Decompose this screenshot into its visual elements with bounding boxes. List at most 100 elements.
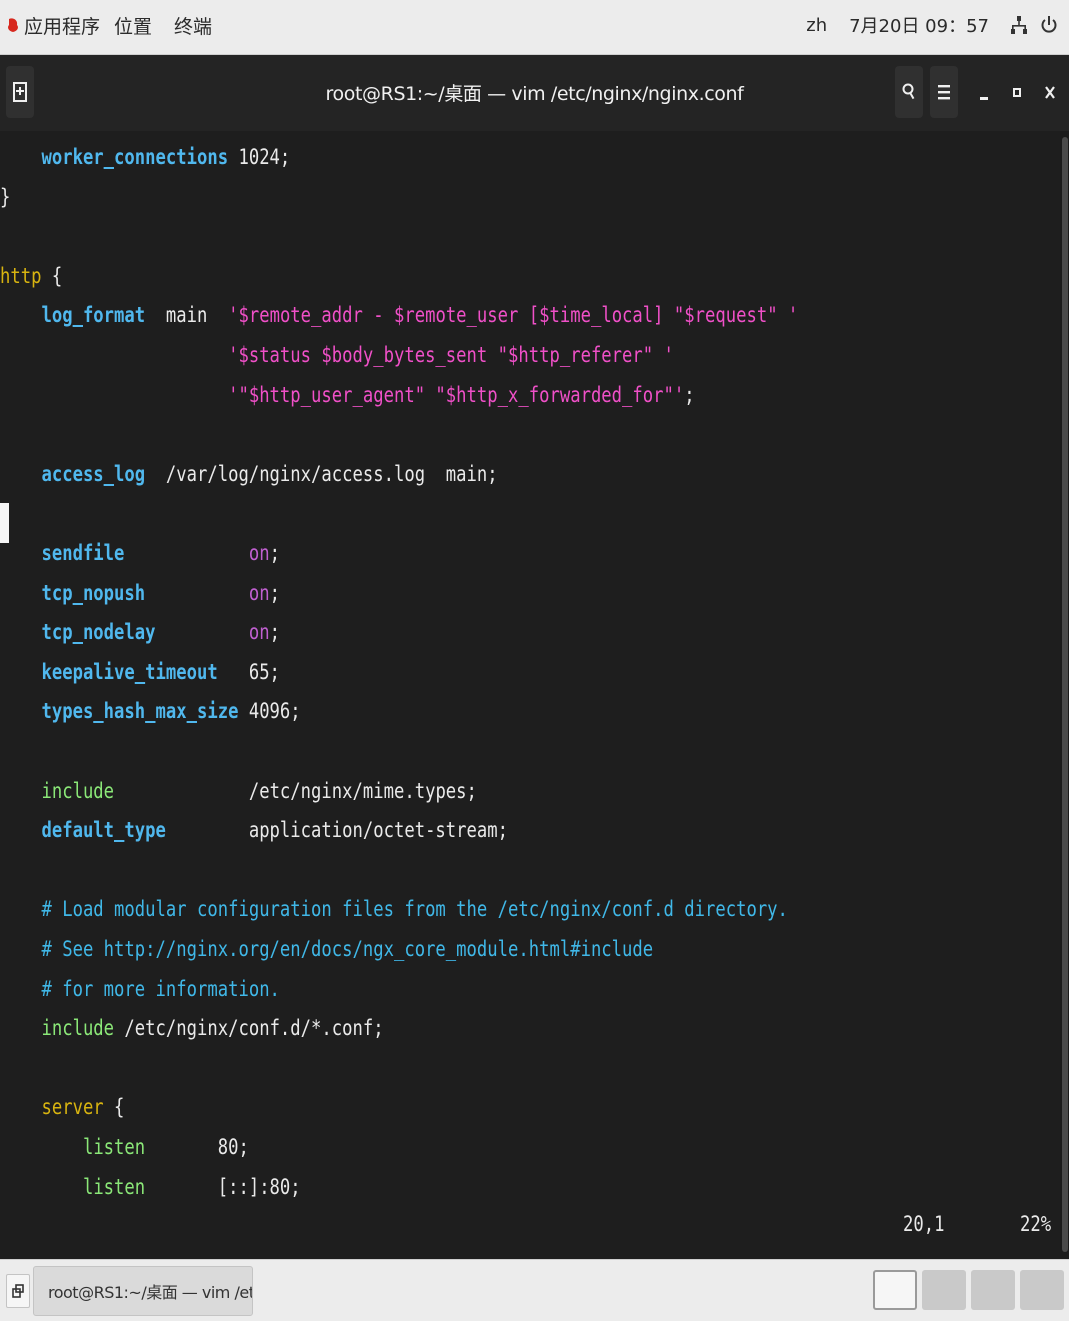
workspace-4[interactable] [1020, 1270, 1064, 1310]
power-icon [1041, 16, 1057, 33]
code-token: tcp_nopush [41, 580, 146, 605]
code-token: # Load modular configuration files from … [41, 897, 788, 922]
vim-status-percent: 22% [1020, 1212, 1052, 1236]
code-line: '"$http_user_agent" "$http_x_forwarded_f… [0, 380, 695, 410]
minimize-button[interactable] [976, 80, 992, 104]
code-line: http { [0, 261, 62, 291]
system-status[interactable] [1011, 15, 1057, 35]
code-token: on [248, 541, 270, 565]
terminal-app-menu[interactable]: 终端 [174, 12, 212, 39]
code-token: { [41, 263, 63, 288]
code-token: sendfile [41, 541, 125, 565]
code-token: keepalive_timeout [41, 659, 218, 684]
code-token: 65; [217, 659, 280, 684]
code-line: access_log /var/log/nginx/access.log mai… [0, 459, 497, 489]
code-line: } [0, 182, 10, 212]
code-token: listen [82, 1135, 146, 1159]
maximize-button[interactable] [1009, 80, 1025, 104]
code-token: include [41, 778, 115, 803]
code-token: /etc/nginx/mime.types; [114, 778, 477, 803]
code-line: listen [::]:80; [0, 1172, 301, 1202]
code-token: '$remote_addr - $remote_user [$time_loca… [228, 303, 799, 328]
vim-status-position: 20,1 [903, 1212, 945, 1236]
code-line: worker_connections 1024; [0, 142, 290, 172]
code-line: keepalive_timeout 65; [0, 657, 280, 687]
workspace-3[interactable] [971, 1270, 1015, 1310]
menu-button[interactable] [930, 66, 958, 118]
code-line: '$status $body_bytes_sent "$http_referer… [0, 340, 674, 370]
code-token: ; [269, 580, 280, 605]
search-button[interactable] [895, 66, 923, 118]
code-token: http [0, 263, 42, 288]
top-panel: 应用程序 位置 终端 zh 7月20日 09：57 [0, 0, 1069, 55]
show-desktop-button[interactable] [6, 1274, 30, 1308]
code-token: log_format [41, 303, 146, 328]
redhat-logo-icon [8, 17, 18, 32]
code-token: # See http://nginx.org/en/docs/ngx_core_… [41, 937, 654, 961]
code-token: 4096; [238, 699, 301, 724]
network-icon [1011, 16, 1027, 34]
code-token: on [248, 580, 270, 605]
code-token: [::]:80; [145, 1174, 301, 1199]
code-token: types_hash_max_size [41, 699, 239, 724]
code-token: on [248, 620, 270, 645]
text-cursor [0, 503, 9, 543]
close-icon [1045, 86, 1055, 99]
code-token: ; [684, 382, 695, 407]
places-menu[interactable]: 位置 [114, 12, 152, 39]
input-method-indicator[interactable]: zh [806, 15, 827, 36]
taskbar-terminal-window[interactable]: root@RS1:~/桌面 — vim /etc/nginx··· [33, 1266, 253, 1316]
code-token: tcp_nodelay [41, 620, 156, 645]
terminal-content[interactable]: worker_connections 1024;} http { log_form… [0, 131, 1060, 1259]
code-token: application/octet-stream; [165, 818, 509, 843]
code-token: { [103, 1095, 125, 1120]
code-token: # for more information. [41, 976, 280, 1001]
clock[interactable]: 7月20日 09：57 [849, 12, 989, 38]
workspace-2[interactable] [922, 1270, 966, 1310]
close-button[interactable] [1042, 80, 1058, 104]
code-token: ; [269, 620, 280, 645]
code-line: default_type application/octet-stream; [0, 815, 508, 845]
workspace-1[interactable] [873, 1270, 917, 1310]
code-line: include /etc/nginx/conf.d/*.conf; [0, 1013, 383, 1043]
code-line: listen 80; [0, 1132, 249, 1162]
code-line: types_hash_max_size 4096; [0, 696, 301, 726]
code-token: worker_connections [41, 145, 229, 169]
code-token: '$status $body_bytes_sent "$http_referer… [228, 343, 674, 367]
code-line: log_format main '$remote_addr - $remote_… [0, 300, 798, 330]
terminal-titlebar: root@RS1:~/桌面 — vim /etc/nginx/nginx.con… [0, 55, 1069, 131]
show-desktop-icon [12, 1284, 24, 1298]
scrollbar-thumb[interactable] [1062, 137, 1068, 1252]
applications-menu[interactable]: 应用程序 [6, 12, 100, 39]
code-token: main [145, 303, 229, 328]
minimize-icon [980, 97, 988, 100]
code-line: sendfile on; [0, 538, 279, 568]
bottom-panel: root@RS1:~/桌面 — vim /etc/nginx··· [0, 1259, 1069, 1321]
code-line: # for more information. [0, 974, 280, 1004]
code-line: include /etc/nginx/mime.types; [0, 776, 477, 806]
taskbar-task-label: root@RS1:~/桌面 — vim /etc/nginx··· [48, 1283, 253, 1302]
code-token: listen [82, 1174, 146, 1199]
code-token: default_type [41, 818, 166, 843]
code-token: access_log [41, 461, 146, 486]
